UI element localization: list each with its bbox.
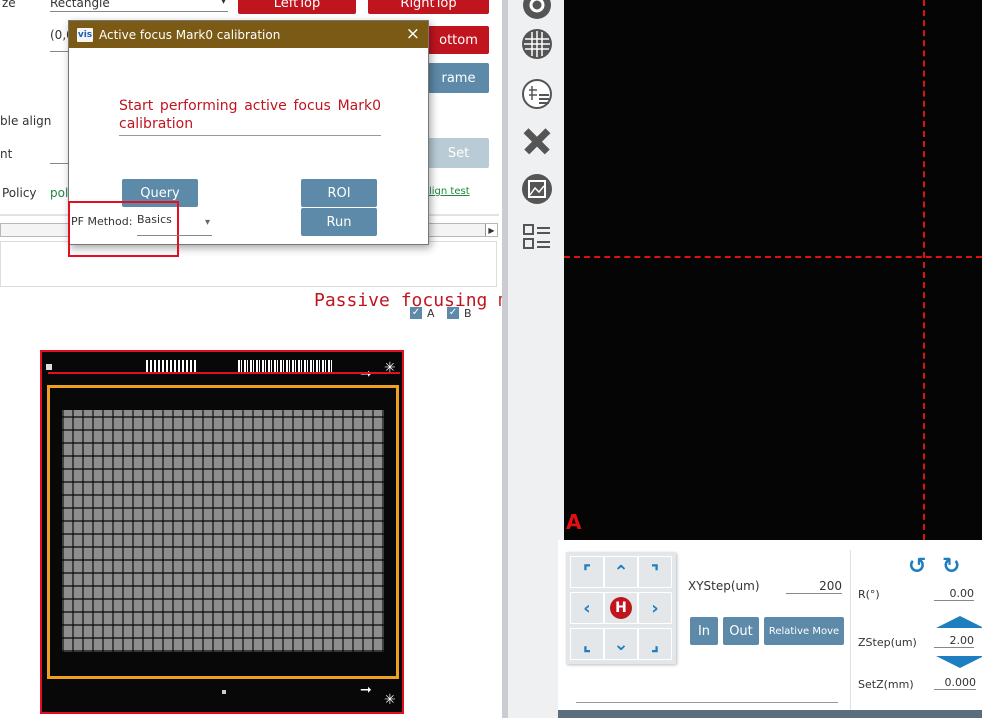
panel-divider bbox=[850, 550, 851, 710]
chevron-down-icon: ▾ bbox=[204, 217, 210, 228]
chevron-down-icon: ▾ bbox=[220, 0, 226, 7]
jog-left-button[interactable]: ‹ bbox=[570, 592, 604, 624]
rotate-ccw-icon[interactable]: ↺ bbox=[908, 554, 926, 579]
dialog-title: Active focus Mark0 calibration bbox=[99, 27, 281, 42]
mark0-calibration-dialog: vis Active focus Mark0 calibration × Sta… bbox=[68, 20, 429, 257]
close-icon[interactable]: × bbox=[406, 24, 420, 44]
chip-preview-image[interactable]: ➞ ✳ ➞ ✳ bbox=[40, 350, 404, 714]
measure-tools-icon[interactable] bbox=[520, 124, 554, 158]
camera-icon[interactable] bbox=[520, 0, 554, 22]
in-button[interactable]: In bbox=[690, 617, 718, 645]
jog-up-button[interactable]: ⌃ bbox=[604, 556, 638, 588]
shape-value: Rectangle bbox=[50, 0, 110, 10]
bottom-rule bbox=[576, 702, 838, 703]
scroll-right-icon[interactable]: ▶ bbox=[485, 224, 497, 236]
nt-underline bbox=[50, 162, 70, 164]
shape-select[interactable]: Rectangle ▾ bbox=[50, 0, 228, 12]
run-button[interactable]: Run bbox=[301, 208, 377, 236]
checkbox-a-label: A bbox=[427, 307, 435, 320]
wafer-grid-icon[interactable] bbox=[520, 27, 554, 61]
red-guide-line bbox=[48, 372, 400, 374]
align-test-link[interactable]: lign test bbox=[429, 186, 470, 197]
r-input[interactable]: 0.00 bbox=[934, 587, 974, 601]
camera-view[interactable]: A bbox=[564, 0, 982, 540]
pf-method-value: Basics bbox=[137, 213, 172, 226]
chip-array bbox=[62, 410, 384, 652]
channel-label: A bbox=[566, 510, 582, 534]
jog-down-left-button[interactable]: ⌞ bbox=[570, 628, 604, 660]
policy-label: Policy bbox=[2, 186, 37, 200]
jog-pad: ⌜ ⌃ ⌝ ‹ H › ⌞ ⌄ ⌟ bbox=[566, 552, 676, 664]
pf-method-select[interactable]: Basics ▾ bbox=[137, 212, 212, 236]
pf-method-label: PF Method: bbox=[71, 215, 133, 228]
z-down-icon[interactable] bbox=[936, 656, 982, 668]
wafer-list-icon[interactable] bbox=[520, 77, 554, 111]
dialog-message: Start performing active focus Mark0 cali… bbox=[119, 98, 381, 132]
roi-button[interactable]: ROI bbox=[301, 179, 377, 207]
tool-strip bbox=[502, 0, 564, 718]
jog-up-left-button[interactable]: ⌜ bbox=[570, 556, 604, 588]
righttop-button[interactable]: RightTop bbox=[368, 0, 489, 14]
jog-down-right-button[interactable]: ⌟ bbox=[638, 628, 672, 660]
checklist-icon[interactable] bbox=[520, 220, 554, 254]
star-mark-icon-bottom: ✳ bbox=[384, 692, 396, 708]
lefttop-button[interactable]: LeftTop bbox=[238, 0, 356, 14]
setz-label: SetZ(mm) bbox=[858, 678, 914, 691]
checkbox-b-label: B bbox=[464, 307, 472, 320]
relative-move-button[interactable]: Relative Move bbox=[764, 617, 844, 645]
rotate-cw-icon[interactable]: ↻ bbox=[942, 554, 960, 579]
status-bar bbox=[558, 710, 982, 718]
jog-up-right-button[interactable]: ⌝ bbox=[638, 556, 672, 588]
jog-down-button[interactable]: ⌄ bbox=[604, 628, 638, 660]
home-button[interactable]: H bbox=[604, 592, 638, 624]
zstep-label: ZStep(um) bbox=[858, 636, 917, 649]
crosshair-vertical bbox=[923, 0, 925, 540]
setz-input[interactable]: 0.000 bbox=[934, 676, 976, 690]
xystep-label: XYStep(um) bbox=[688, 579, 760, 593]
message-underline bbox=[119, 135, 381, 136]
policy-value[interactable]: pol bbox=[50, 186, 68, 200]
nt-label: nt bbox=[0, 147, 13, 161]
r-label: R(°) bbox=[858, 588, 880, 601]
coord-underline bbox=[50, 50, 70, 52]
jog-right-button[interactable]: › bbox=[638, 592, 672, 624]
barcode-left bbox=[146, 360, 196, 372]
checkbox-a[interactable]: ✓ bbox=[410, 307, 422, 319]
frame-button[interactable]: rame bbox=[428, 63, 489, 93]
set-button[interactable]: Set bbox=[428, 138, 489, 168]
image-frame-icon[interactable] bbox=[520, 172, 554, 206]
bottom-mark bbox=[222, 690, 226, 694]
arrow-right-icon-bottom: ➞ bbox=[360, 682, 372, 698]
motion-control-panel: ⌜ ⌃ ⌝ ‹ H › ⌞ ⌄ ⌟ XYStep(um) 200 In Out … bbox=[558, 540, 982, 718]
checkbox-b[interactable]: ✓ bbox=[447, 307, 459, 319]
fiducial-mark bbox=[46, 364, 52, 370]
barcode-right bbox=[238, 360, 334, 372]
arrow-right-icon: ➞ bbox=[360, 366, 372, 382]
home-icon: H bbox=[610, 597, 632, 619]
z-up-icon[interactable] bbox=[936, 616, 982, 628]
bottom-button[interactable]: ottom bbox=[428, 26, 489, 54]
dialog-titlebar[interactable]: vis Active focus Mark0 calibration × bbox=[69, 21, 428, 48]
size-label: ze bbox=[2, 0, 16, 10]
zstep-input[interactable]: 2.00 bbox=[934, 634, 974, 648]
crosshair-horizontal bbox=[564, 256, 982, 258]
multiple-align-label: ble align bbox=[0, 114, 52, 128]
out-button[interactable]: Out bbox=[723, 617, 759, 645]
app-logo-icon: vis bbox=[77, 27, 93, 42]
xystep-input[interactable]: 200 bbox=[786, 579, 842, 594]
